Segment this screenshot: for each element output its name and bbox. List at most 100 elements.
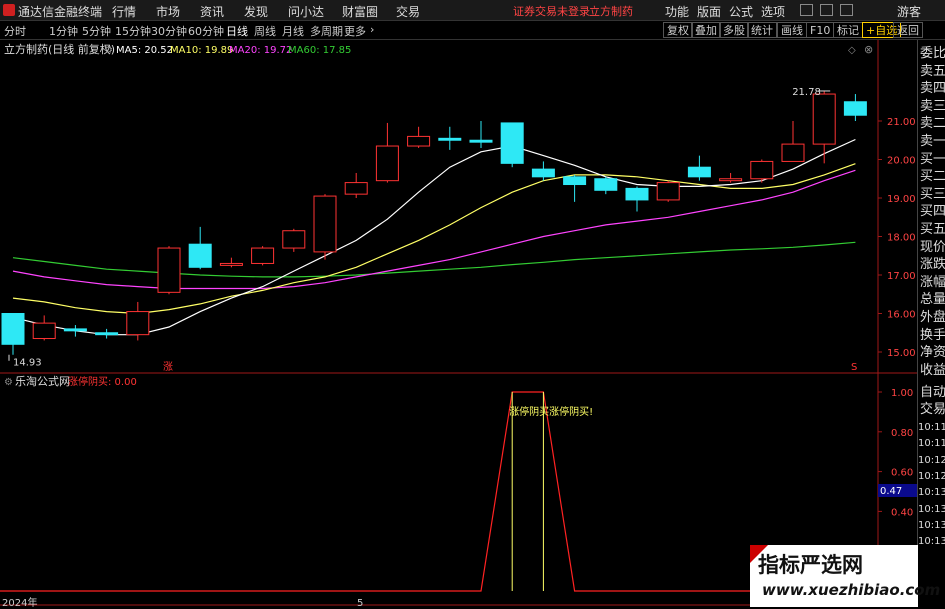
tick-time: 10:11 xyxy=(918,422,945,433)
menu-shichang[interactable]: 市场 xyxy=(156,3,180,20)
quote-label: 买四 xyxy=(920,204,945,220)
tick-time: 10:13 xyxy=(918,503,945,515)
price-tick-label: 16.00 xyxy=(887,310,916,321)
period-more[interactable]: 更多 xyxy=(344,23,366,39)
candle-body xyxy=(313,195,337,253)
sub-tick-label: 1.00 xyxy=(891,388,913,399)
quote-label: 换手 xyxy=(920,327,945,343)
btn-diejia[interactable]: 叠加 xyxy=(691,22,721,38)
period-weekly[interactable]: 周线 xyxy=(254,23,276,39)
price-tick-label: 15.00 xyxy=(887,348,916,359)
period-monthly[interactable]: 月线 xyxy=(282,23,304,39)
main-chart-title: 立方制药(日线 前复权) xyxy=(4,42,115,56)
btn-fuquan[interactable]: 复权 xyxy=(663,22,693,38)
quote-label: 外盘 xyxy=(920,310,945,325)
sell-marker: S xyxy=(851,362,857,373)
watermark-url: www.xuezhibiao.com xyxy=(762,581,941,599)
top-stock-name: 立方制药 xyxy=(589,5,633,18)
btn-biaoji[interactable]: 标记 xyxy=(833,22,863,38)
period-daily[interactable]: 日线 xyxy=(226,23,248,39)
candle-body xyxy=(687,166,711,178)
candle-body xyxy=(531,168,555,178)
candle-body xyxy=(843,101,867,116)
ma-lines xyxy=(12,138,856,336)
menu-bar: 通达信金融终端 行情 市场 资讯 发现 问小达 财富圈 交易 证券交易未登录 立… xyxy=(0,0,945,21)
period-5min[interactable]: 5分钟 xyxy=(82,23,111,39)
tick-time: 10:12 xyxy=(918,470,945,482)
period-fenshi[interactable]: 分时 xyxy=(4,23,26,39)
candle-body xyxy=(95,332,119,336)
btn-f10[interactable]: F10 xyxy=(806,22,835,38)
quote-label: 现价 xyxy=(920,239,945,255)
sub-tick-label: 0.60 xyxy=(891,468,913,479)
candle-body xyxy=(63,328,87,332)
btn-back[interactable]: 返回 xyxy=(893,22,923,38)
login-warning[interactable]: 证券交易未登录 xyxy=(513,3,590,19)
menu-gongneng[interactable]: 功能 xyxy=(665,3,689,20)
quote-label: 总量 xyxy=(920,292,945,308)
menu-xuanxiang[interactable]: 选项 xyxy=(761,3,785,20)
indicator-value: 涨停阴买: 0.00 xyxy=(68,375,137,388)
quote-label: 涨跌 xyxy=(920,257,945,273)
sub-axis: 1.000.800.600.400.20 xyxy=(878,388,913,558)
price-tick-label: 20.00 xyxy=(887,156,916,167)
menu-banmian[interactable]: 版面 xyxy=(697,3,721,20)
tick-time: 10:13 xyxy=(918,519,945,531)
candle-body xyxy=(282,230,306,249)
btn-tongji[interactable]: 统计 xyxy=(747,22,777,38)
sub-settings-icon[interactable]: ⚙ xyxy=(4,377,13,388)
candle-body xyxy=(157,247,181,293)
app-title: 通达信金融终端 xyxy=(18,5,103,19)
period-15min[interactable]: 15分钟 xyxy=(115,23,151,39)
ma20-label: MA20: 19.72 xyxy=(229,45,292,56)
tick-time: 10:11 xyxy=(918,438,945,450)
layout-icon[interactable] xyxy=(800,4,813,16)
close-icon[interactable]: ⊗ xyxy=(864,43,873,56)
menu-wenxiaoda[interactable]: 问小达 xyxy=(288,3,324,20)
menu-gongshi[interactable]: 公式 xyxy=(729,3,753,20)
period-1min[interactable]: 1分钟 xyxy=(49,23,78,39)
kline-chart[interactable]: 立方制药(日线 前复权) ⚙ MA5: 20.52 MA10: 19.89 MA… xyxy=(0,40,917,609)
period-multi[interactable]: 多周期 xyxy=(310,23,343,39)
price-tick-label: 21.00 xyxy=(887,117,916,128)
candle-body xyxy=(188,243,212,268)
menu-caifuquan[interactable]: 财富圈 xyxy=(342,3,378,20)
signal-polyline xyxy=(0,391,878,592)
quote-label: 买三 xyxy=(920,186,945,202)
x-axis-month: 5 xyxy=(357,598,363,609)
settings-gear-icon[interactable]: ⚙ xyxy=(104,45,113,56)
low-price-label: 14.93 xyxy=(13,358,42,369)
screen-icon[interactable] xyxy=(840,4,853,16)
price-tick-label: 18.00 xyxy=(887,233,916,244)
current-value: 0.47 xyxy=(880,486,902,497)
window-icon[interactable] xyxy=(820,4,833,16)
quote-label: 买一 xyxy=(920,151,945,167)
menu-faxian[interactable]: 发现 xyxy=(244,3,268,20)
period-60min[interactable]: 60分钟 xyxy=(188,23,224,39)
candle-body xyxy=(656,182,680,201)
ma60-label: MA60: 17.85 xyxy=(288,45,351,56)
quote-label: 卖一 xyxy=(920,134,945,149)
period-30min[interactable]: 30分钟 xyxy=(151,23,187,39)
quote-label: 买二 xyxy=(920,169,945,185)
chevron-right-icon[interactable]: › xyxy=(370,23,374,36)
btn-huaxian[interactable]: 画线 xyxy=(777,22,807,38)
tick-time: 10:12 xyxy=(918,454,945,466)
candle-body xyxy=(563,176,587,186)
quote-label: 卖四 xyxy=(920,81,945,97)
diamond-icon[interactable]: ◇ xyxy=(848,45,856,56)
menu-zixun[interactable]: 资讯 xyxy=(200,3,224,20)
menu-hangqing[interactable]: 行情 xyxy=(112,3,136,20)
x-axis-year: 2024年 xyxy=(2,596,37,609)
candle-body xyxy=(251,247,275,264)
period-toolbar: 分时 1分钟 5分钟 15分钟 30分钟 60分钟 日线 周线 月线 多周期 更… xyxy=(0,21,945,40)
sub-tick-label: 0.80 xyxy=(891,428,913,439)
auto-trade-label: 交易 xyxy=(920,402,945,417)
btn-duogu[interactable]: 多股 xyxy=(719,22,749,38)
guest-label[interactable]: 游客 xyxy=(897,3,921,20)
quote-label: 净资 xyxy=(920,345,945,361)
price-tick-label: 17.00 xyxy=(887,271,916,282)
high-price-label: 21.78 xyxy=(792,87,821,98)
watermark: 指标严选网 www.xuezhibiao.com xyxy=(750,545,940,607)
menu-jiaoyi[interactable]: 交易 xyxy=(396,3,420,20)
